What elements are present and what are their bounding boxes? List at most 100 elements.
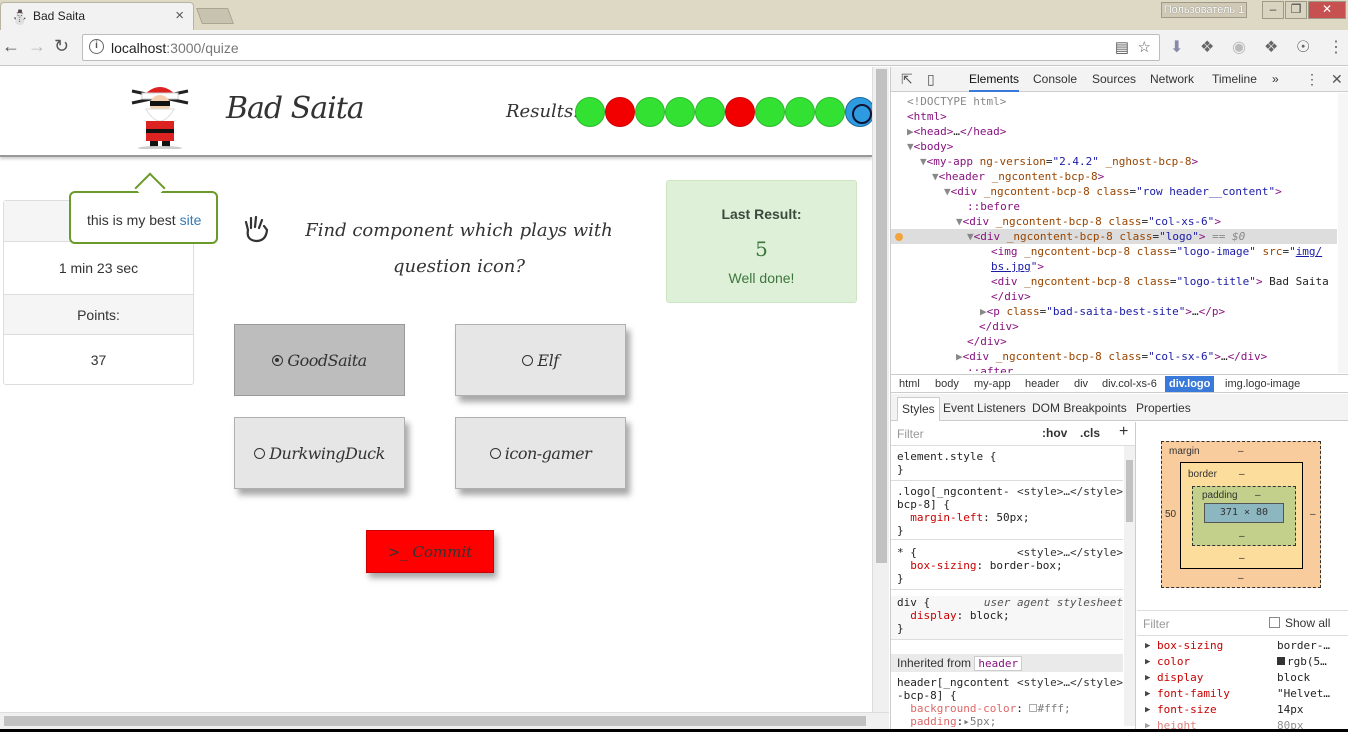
dom-tree-scrollbar[interactable]: [1338, 93, 1348, 373]
translate-icon[interactable]: ▤: [1115, 38, 1129, 56]
tab-network[interactable]: Network: [1150, 72, 1194, 86]
result-dot-current-icon: [845, 97, 872, 127]
style-rule[interactable]: header[_ngcontent <style>…</style> -bcp-8…: [891, 676, 1123, 732]
forward-icon[interactable]: →: [28, 36, 46, 57]
cls-button[interactable]: .cls: [1080, 426, 1100, 440]
dom-line[interactable]: ▶<p class="bad-saita-best-site">…</p>: [980, 304, 1225, 319]
breadcrumb-item[interactable]: div: [1074, 378, 1088, 390]
results-label: Results:: [506, 101, 580, 122]
option-goodsaita[interactable]: GoodSaita: [234, 324, 405, 396]
restore-button[interactable]: ❐: [1285, 1, 1307, 19]
subtab-styles[interactable]: Styles: [897, 397, 940, 421]
browser-tab[interactable]: ⛄ Bad Saita ×: [0, 2, 194, 30]
styles-filter[interactable]: Filter :hov .cls +: [891, 422, 1135, 446]
tab-elements[interactable]: Elements: [969, 72, 1020, 92]
dom-tree[interactable]: <!DOCTYPE html> <html> ▶<head>…</head> ▼…: [891, 93, 1337, 373]
breadcrumb-item-active[interactable]: div.logo: [1165, 376, 1215, 392]
radio-icon: [489, 447, 501, 459]
computed-row[interactable]: ▶ box-sizing border-…: [1141, 638, 1341, 654]
inspect-element-icon[interactable]: ⇱: [901, 71, 913, 88]
computed-filter[interactable]: Filter: [1143, 617, 1170, 631]
tab-sources[interactable]: Sources: [1092, 72, 1136, 86]
bookmark-star-icon[interactable]: ☆: [1138, 38, 1151, 56]
commit-button[interactable]: >_ Commit: [366, 530, 494, 573]
margin-bottom-value: –: [1238, 573, 1244, 584]
dom-line[interactable]: ▼<my-app ng-version="2.4.2" _nghost-bcp-…: [920, 154, 1198, 169]
dom-line-selected[interactable]: ▼<div _ngcontent-bcp-8 class="logo"> == …: [891, 229, 1337, 244]
subtab-dom-breakpoints[interactable]: DOM Breakpoints: [1032, 401, 1127, 415]
disabled-ext-icon[interactable]: ◉: [1232, 37, 1246, 57]
menu-icon[interactable]: ⋮: [1328, 37, 1344, 57]
reload-icon[interactable]: ↻: [54, 36, 69, 57]
compass-ext-icon[interactable]: ☉: [1296, 37, 1310, 57]
option-icon-gamer[interactable]: icon-gamer: [455, 417, 626, 489]
style-rule[interactable]: .logo[_ngcontent- <style>…</style> bcp-8]…: [891, 485, 1123, 540]
close-tab-icon[interactable]: ×: [175, 7, 184, 24]
devtools-menu-icon[interactable]: ⋮: [1305, 71, 1319, 88]
option-durkwingduck[interactable]: DurkwingDuck: [234, 417, 405, 489]
dom-line[interactable]: ▶<head>…</head>: [907, 124, 1006, 139]
style-rule[interactable]: div { user agent stylesheet display: blo…: [891, 596, 1123, 640]
margin-label: margin: [1169, 446, 1200, 457]
tooltip-site-link[interactable]: site: [180, 212, 202, 228]
dom-line[interactable]: </div>: [991, 289, 1031, 304]
info-icon[interactable]: i: [89, 39, 104, 54]
tab-console[interactable]: Console: [1033, 72, 1077, 86]
inherited-tag-link[interactable]: header: [974, 656, 1023, 671]
tab-timeline[interactable]: Timeline: [1212, 72, 1257, 86]
devtools-close-icon[interactable]: ✕: [1331, 71, 1343, 88]
computed-row[interactable]: ▶ font-size 14px: [1141, 702, 1341, 718]
dom-line[interactable]: bs.jpg">: [991, 259, 1044, 274]
option-label: Elf: [537, 350, 559, 370]
option-elf[interactable]: Elf: [455, 324, 626, 396]
breadcrumb-item[interactable]: html: [899, 378, 920, 390]
subtab-properties[interactable]: Properties: [1136, 401, 1191, 415]
show-all-label: Show all: [1285, 616, 1331, 630]
styles-scrollbar[interactable]: [1124, 446, 1135, 726]
dom-line[interactable]: <img _ngcontent-bcp-8 class="logo-image"…: [991, 244, 1322, 259]
page-vertical-scrollbar[interactable]: [872, 67, 889, 712]
breadcrumb-item[interactable]: body: [935, 378, 959, 390]
more-tabs-button[interactable]: »: [1272, 72, 1279, 86]
add-rule-icon[interactable]: +: [1119, 423, 1128, 441]
device-toolbar-icon[interactable]: ▯: [927, 71, 935, 88]
dom-line[interactable]: ▼<header _ngcontent-bcp-8>: [932, 169, 1104, 184]
breadcrumb-item[interactable]: header: [1025, 378, 1059, 390]
style-rule[interactable]: * { <style>…</style> box-sizing: border-…: [891, 546, 1123, 590]
back-icon[interactable]: ←: [2, 36, 20, 57]
subtab-event-listeners[interactable]: Event Listeners: [943, 401, 1026, 415]
computed-row[interactable]: ▶ color rgb(5…: [1141, 654, 1341, 670]
results-dots: [575, 97, 872, 129]
dom-line[interactable]: ▼<div _ngcontent-bcp-8 class="col-xs-6">: [956, 214, 1221, 229]
computed-row[interactable]: ▶ display block: [1141, 670, 1341, 686]
breadcrumb-item[interactable]: my-app: [974, 378, 1011, 390]
dom-line[interactable]: <!DOCTYPE html>: [907, 94, 1006, 109]
puzzle-ext-icon-2[interactable]: ❖: [1264, 37, 1278, 57]
dom-line[interactable]: ▼<div _ngcontent-bcp-8 class="row header…: [944, 184, 1282, 199]
minimize-button[interactable]: –: [1262, 1, 1284, 19]
show-all-checkbox[interactable]: Show all: [1269, 616, 1330, 630]
hov-button[interactable]: :hov: [1042, 426, 1067, 440]
profile-button[interactable]: Пользователь 1: [1161, 2, 1247, 18]
dom-line[interactable]: ::after: [967, 364, 1013, 373]
computed-row[interactable]: ▶ font-family "Helvet…: [1141, 686, 1341, 702]
puzzle-ext-icon[interactable]: ❖: [1200, 37, 1214, 57]
logo-title: Bad Saita: [226, 91, 365, 126]
download-ext-icon[interactable]: ⬇: [1170, 37, 1183, 57]
dom-line[interactable]: </div>: [979, 319, 1019, 334]
close-window-button[interactable]: ✕: [1308, 1, 1346, 19]
breadcrumb-item[interactable]: img.logo-image: [1225, 378, 1300, 390]
dom-line[interactable]: ▶<div _ngcontent-bcp-8 class="col-sx-6">…: [956, 349, 1267, 364]
last-result-title: Last Result:: [721, 206, 802, 222]
dom-line[interactable]: <html>: [907, 109, 947, 124]
dom-line[interactable]: </div>: [967, 334, 1007, 349]
dom-line[interactable]: <div _ngcontent-bcp-8 class="logo-title"…: [991, 274, 1329, 289]
dom-line[interactable]: ::before: [967, 199, 1020, 214]
breadcrumb-item[interactable]: div.col-xs-6: [1102, 378, 1157, 390]
page-horizontal-scrollbar[interactable]: [0, 712, 889, 729]
dom-line[interactable]: ▼<body>: [907, 139, 953, 154]
address-bar[interactable]: i localhost:3000/quize ▤ ☆: [82, 34, 1160, 61]
style-rule[interactable]: element.style {}: [891, 450, 1123, 481]
new-tab-button[interactable]: [196, 8, 234, 24]
points-label: Points:: [4, 294, 193, 335]
